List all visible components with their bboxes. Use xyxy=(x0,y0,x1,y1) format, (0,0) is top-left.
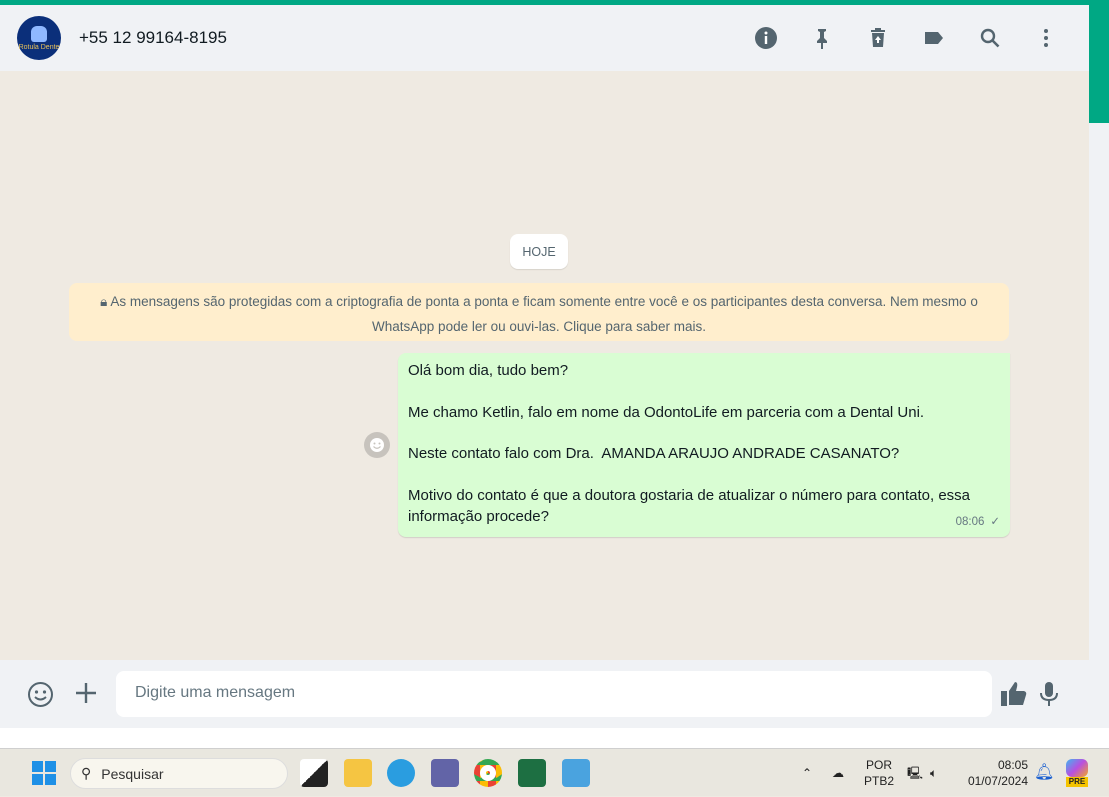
edge-icon[interactable] xyxy=(387,759,415,787)
message-input[interactable]: Digite uma mensagem xyxy=(116,671,992,717)
taskbar-search-label: Pesquisar xyxy=(101,765,164,782)
thumbs-up-icon[interactable] xyxy=(1000,680,1028,713)
lang-top: POR xyxy=(866,758,893,772)
pin-icon[interactable] xyxy=(809,25,835,51)
right-pane xyxy=(1089,123,1109,748)
chat-header[interactable]: Rotula Dente +55 12 99164-8195 xyxy=(0,5,1089,71)
avatar[interactable]: Rotula Dente xyxy=(17,16,61,60)
copilot-icon[interactable]: PRE xyxy=(1066,749,1088,797)
notification-bell-icon[interactable]: 🔔︎ xyxy=(1034,749,1054,797)
task-view-icon[interactable] xyxy=(300,759,328,787)
single-check-icon: ✓ xyxy=(990,516,1000,529)
avatar-logo-text: Rotula Dente xyxy=(18,43,60,51)
encryption-text: As mensagens são protegidas com a cripto… xyxy=(110,294,978,334)
window-bottom-gap xyxy=(0,728,1109,748)
search-icon: ⚲ xyxy=(81,765,92,781)
microphone-icon[interactable] xyxy=(1039,680,1059,713)
network-icon[interactable]: 🖳︎ xyxy=(907,749,923,797)
message-text: Olá bom dia, tudo bem? Me chamo Ketlin, … xyxy=(408,362,971,525)
outgoing-message[interactable]: Olá bom dia, tudo bem? Me chamo Ketlin, … xyxy=(398,353,1010,537)
attach-plus-icon[interactable] xyxy=(74,681,98,710)
encryption-notice[interactable]: 🔒︎ As mensagens são protegidas com a cri… xyxy=(69,283,1009,341)
taskbar-search[interactable]: ⚲ Pesquisar xyxy=(70,758,288,789)
chrome-icon[interactable] xyxy=(474,759,502,787)
lang-bottom: PTB2 xyxy=(864,774,895,788)
volume-icon[interactable]: 🔈︎ xyxy=(930,749,937,797)
notepad-icon[interactable] xyxy=(562,759,590,787)
onedrive-offline-icon[interactable]: ☁ xyxy=(832,749,844,797)
tray-chevron-icon[interactable]: ⌃ xyxy=(802,749,812,797)
taskbar: ⚲ Pesquisar ⌃ ☁ POR PTB2 🖳︎ 🔈︎ 08:05 01/07/… xyxy=(0,748,1109,796)
file-explorer-icon[interactable] xyxy=(344,759,372,787)
clock-time: 08:05 xyxy=(997,758,1028,772)
info-icon[interactable] xyxy=(753,25,779,51)
message-time: 08:06 xyxy=(955,516,985,529)
date-divider: HOJE xyxy=(510,234,568,269)
tooth-logo-icon xyxy=(31,25,47,42)
composer: Digite uma mensagem xyxy=(0,660,1089,728)
teams-icon[interactable] xyxy=(431,759,459,787)
language-indicator[interactable]: POR PTB2 xyxy=(864,749,894,797)
label-icon[interactable] xyxy=(921,25,947,51)
copilot-badge: PRE xyxy=(1066,777,1088,787)
emoji-icon[interactable] xyxy=(27,681,54,713)
search-icon[interactable] xyxy=(977,25,1003,51)
chat-area[interactable]: HOJE 🔒︎ As mensagens são protegidas com … xyxy=(0,71,1089,660)
windows-start-icon[interactable] xyxy=(30,759,58,787)
lock-icon: 🔒︎ xyxy=(100,294,111,309)
contact-name[interactable]: +55 12 99164-8195 xyxy=(79,28,227,48)
clock[interactable]: 08:05 01/07/2024 xyxy=(962,749,1028,797)
clock-date: 01/07/2024 xyxy=(967,774,1028,788)
delete-icon[interactable] xyxy=(865,25,891,51)
right-accent-strip xyxy=(1089,5,1109,123)
reaction-emoji-icon[interactable] xyxy=(364,432,390,458)
menu-icon[interactable] xyxy=(1033,25,1059,51)
excel-icon[interactable] xyxy=(518,759,546,787)
